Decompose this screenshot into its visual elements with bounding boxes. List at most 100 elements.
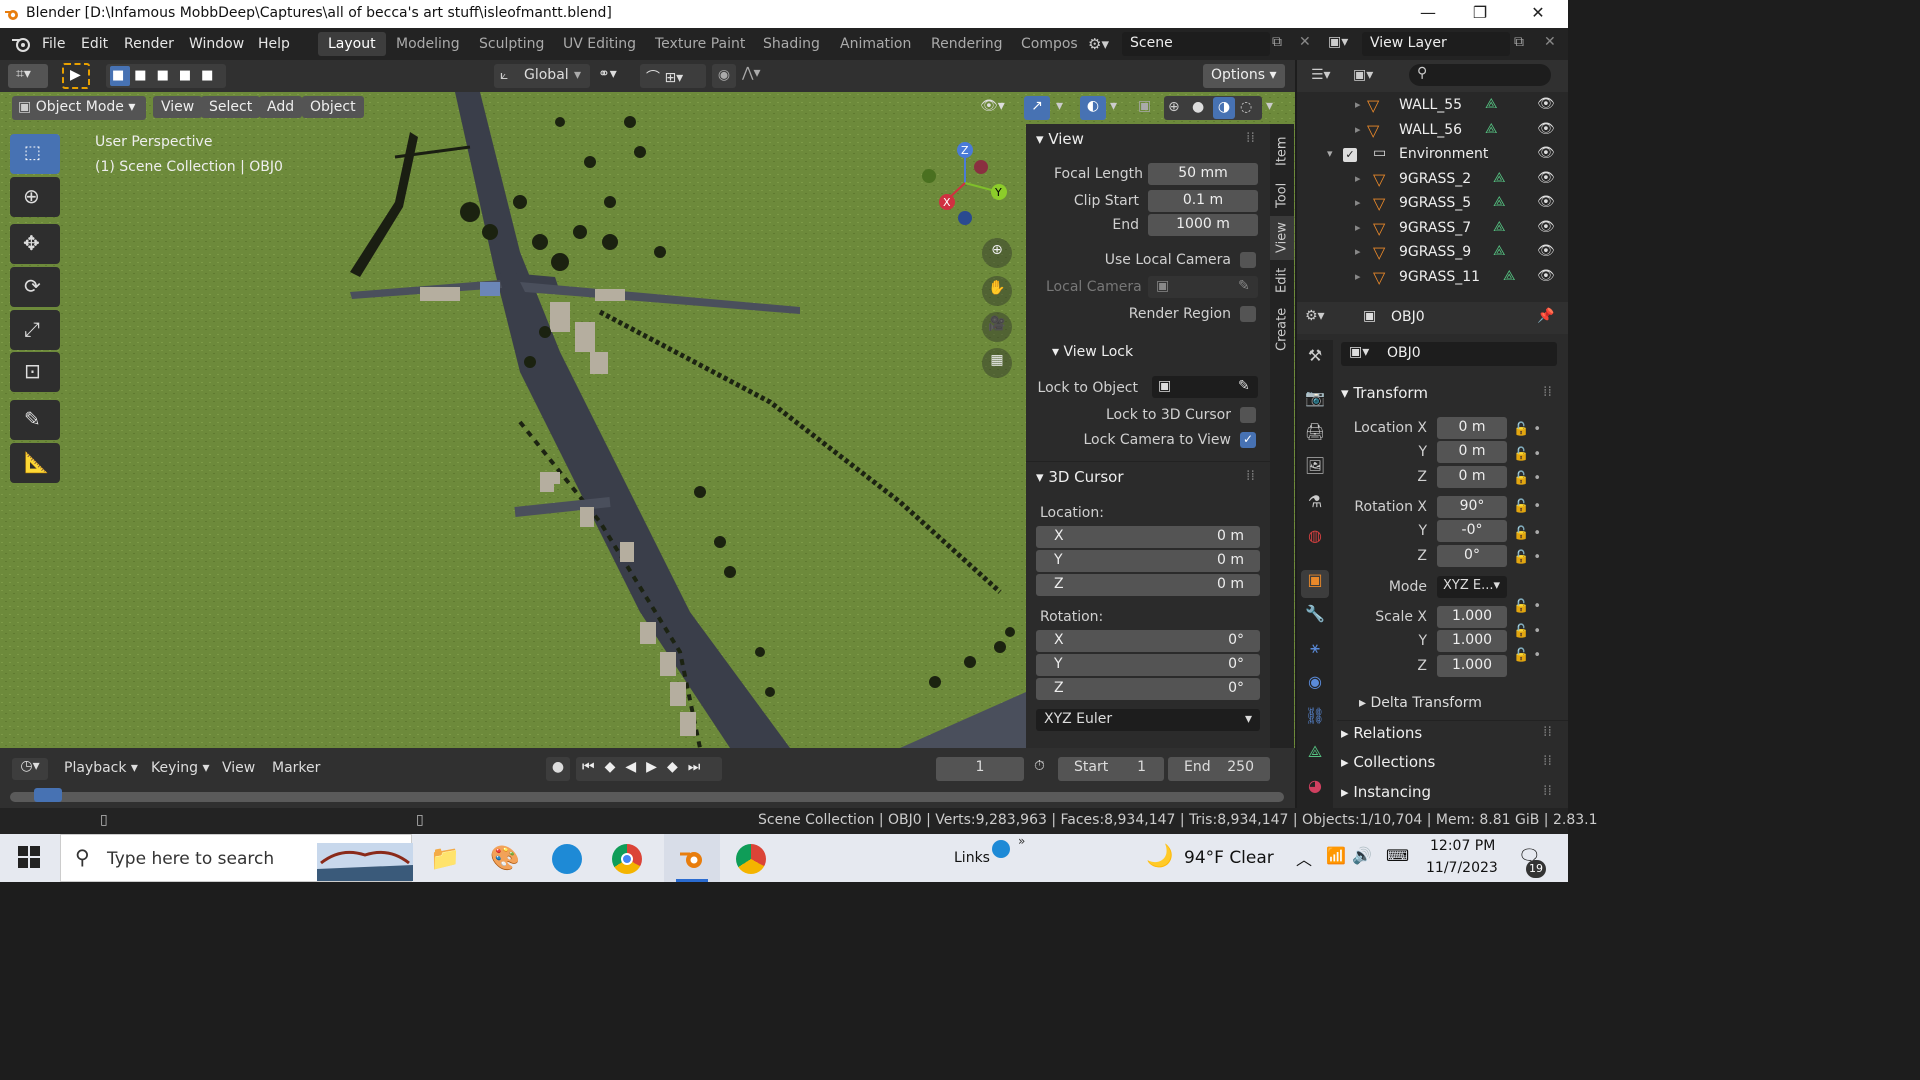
3d-cursor-section-header[interactable]: ▾ 3D Cursor	[1036, 468, 1123, 486]
drag-handle-icon[interactable]: ⁞⁞	[1246, 130, 1255, 146]
relations-header[interactable]: ▸ Relations	[1341, 724, 1422, 742]
stopwatch-icon[interactable]: ⏱	[1034, 758, 1045, 774]
proportional-edit-icon[interactable]: ◉	[712, 64, 736, 88]
clock-time[interactable]: 12:07 PM	[1430, 838, 1495, 854]
shading-mode-buttons[interactable]: ⊕ ● ◑ ◌	[1164, 96, 1262, 120]
add-menu[interactable]: Add	[259, 96, 303, 118]
chevron-up-icon[interactable]: ︿	[1296, 846, 1312, 870]
object-properties-icon[interactable]: ▣	[1301, 570, 1329, 598]
blender-taskbar-icon[interactable]	[664, 834, 720, 882]
tab-create[interactable]: Create	[1270, 300, 1294, 358]
select-box-tool-icon[interactable]: ⬚	[10, 134, 60, 174]
chevron-right-icon[interactable]: »	[1018, 834, 1025, 848]
tab-animation[interactable]: Animation	[830, 32, 921, 56]
timeline-scrollbar[interactable]	[10, 792, 1284, 802]
rotation-z-field[interactable]: 0°	[1437, 545, 1507, 567]
physics-properties-icon[interactable]: ◉	[1301, 672, 1329, 700]
timeline-editor-icon[interactable]: ◷▾	[12, 758, 48, 780]
view-lock-header[interactable]: ▾ View Lock	[1052, 344, 1133, 360]
scene-icon[interactable]: ⚙▾	[1088, 35, 1109, 53]
use-local-camera-checkbox[interactable]	[1240, 252, 1256, 268]
move-tool-icon[interactable]: ✥	[10, 224, 60, 264]
output-properties-icon[interactable]: 🖨	[1301, 422, 1329, 450]
view-menu[interactable]: View	[153, 96, 203, 118]
modifier-properties-icon[interactable]: 🔧	[1301, 604, 1329, 632]
start-frame-field[interactable]: Start 1	[1058, 757, 1164, 781]
blender-menu-icon[interactable]	[10, 35, 32, 57]
scene-properties-icon[interactable]: ⚗	[1301, 492, 1329, 520]
object-name-field[interactable]: ▣▾ OBJ0	[1341, 342, 1557, 366]
menu-edit[interactable]: Edit	[81, 36, 108, 52]
tab-view[interactable]: View	[1270, 216, 1294, 260]
render-region-checkbox[interactable]	[1240, 306, 1256, 322]
new-view-layer-icon[interactable]: ⧉	[1514, 34, 1524, 50]
weather-moon-icon[interactable]: 🌙	[1146, 844, 1173, 869]
transform-orientation-dropdown[interactable]: ⟀ Global ▾	[494, 64, 590, 88]
selection-mode-buttons[interactable]: ■■■■■	[106, 64, 226, 88]
weather-text[interactable]: 94°F Clear	[1184, 848, 1274, 868]
drag-handle-icon[interactable]: ⁞⁞	[1543, 783, 1552, 799]
edge-link-icon[interactable]	[992, 840, 1010, 858]
location-x-field[interactable]: 0 m	[1437, 417, 1507, 439]
menu-window[interactable]: Window	[189, 36, 244, 52]
object-menu[interactable]: Object	[302, 96, 364, 118]
timeline-view-menu[interactable]: View	[222, 760, 255, 776]
start-button[interactable]	[18, 846, 40, 872]
tab-layout[interactable]: Layout	[318, 32, 386, 56]
tab-rendering[interactable]: Rendering	[921, 32, 1013, 56]
collections-header[interactable]: ▸ Collections	[1341, 753, 1435, 771]
lock-to-3d-cursor-checkbox[interactable]	[1240, 407, 1256, 423]
display-mode-icon[interactable]: ▣▾	[1353, 67, 1373, 83]
constraints-properties-icon[interactable]: ⛓	[1301, 706, 1329, 734]
delta-transform-header[interactable]: ▸ Delta Transform	[1359, 695, 1482, 711]
xray-icon[interactable]: ▣	[1138, 98, 1151, 114]
outliner-row[interactable]: ▸ ▽ WALL_55 ⟁ 👁	[1297, 94, 1568, 118]
pivot-point-icon[interactable]: ⚭▾	[598, 66, 617, 82]
tab-compositing[interactable]: Compos	[1011, 32, 1079, 56]
marker-menu[interactable]: Marker	[272, 760, 320, 776]
playhead[interactable]	[34, 788, 62, 802]
scale-tool-icon[interactable]: ⤢	[10, 310, 60, 350]
shading-dropdown-icon[interactable]: ▾	[1266, 98, 1273, 114]
select-menu[interactable]: Select	[201, 96, 261, 118]
falloff-icon[interactable]: ⋀▾	[742, 65, 761, 81]
snap-icon[interactable]: ⌒ ⊞▾	[640, 64, 706, 88]
location-y-field[interactable]: 0 m	[1437, 441, 1507, 463]
outliner-row[interactable]: ▸ ▽ 9GRASS_5 ⟁ 👁	[1297, 192, 1568, 216]
maximize-button[interactable]: ❐	[1460, 3, 1500, 22]
paint-app-icon[interactable]: 🎨	[490, 844, 520, 872]
outliner-row[interactable]: ▾ ✓ ▭ Environment 👁	[1297, 143, 1568, 167]
outliner-row[interactable]: ▸ ▽ 9GRASS_9 ⟁ 👁	[1297, 241, 1568, 265]
measure-tool-icon[interactable]: 📐	[10, 443, 60, 483]
world-properties-icon[interactable]: ◍	[1301, 526, 1329, 554]
outliner-row[interactable]: ▸ ▽ 9GRASS_7 ⟁ 👁	[1297, 217, 1568, 241]
object-mode-dropdown[interactable]: ▣ Object Mode ▾	[12, 96, 146, 120]
file-explorer-icon[interactable]: 📁	[430, 844, 460, 872]
new-scene-icon[interactable]: ⧉	[1272, 34, 1282, 50]
location-z-field[interactable]: 0 m	[1437, 466, 1507, 488]
scale-x-field[interactable]: 1.000	[1437, 606, 1507, 628]
gizmo-toggle-icon[interactable]: ↗	[1024, 96, 1050, 120]
pan-hand-icon[interactable]: ✋	[982, 276, 1012, 306]
current-frame-field[interactable]: 1	[936, 757, 1024, 781]
remove-scene-icon[interactable]: ✕	[1299, 34, 1311, 50]
rotation-x-field[interactable]: 90°	[1437, 496, 1507, 518]
editor-type-icon[interactable]: ⌗▾	[8, 64, 48, 88]
remove-view-layer-icon[interactable]: ✕	[1544, 34, 1556, 50]
cursor-rotation-z-field[interactable]: Z 0°	[1036, 678, 1260, 700]
tab-uv-editing[interactable]: UV Editing	[553, 32, 646, 56]
transform-section-header[interactable]: ▾ Transform	[1341, 384, 1428, 402]
rotation-mode-dropdown[interactable]: XYZ Euler ▾	[1036, 709, 1260, 731]
outliner-row[interactable]: ▸ ▽ 9GRASS_2 ⟁ 👁	[1297, 168, 1568, 192]
scale-y-field[interactable]: 1.000	[1437, 630, 1507, 652]
record-icon[interactable]: ●	[546, 757, 570, 781]
drag-handle-icon[interactable]: ⁞⁞	[1543, 753, 1552, 769]
taskbar-search-box[interactable]: ⚲ Type here to search	[60, 834, 413, 882]
tab-item[interactable]: Item	[1270, 128, 1294, 174]
menu-render[interactable]: Render	[124, 36, 174, 52]
tab-shading[interactable]: Shading	[753, 32, 830, 56]
menu-file[interactable]: File	[42, 36, 65, 52]
tab-sculpting[interactable]: Sculpting	[469, 32, 554, 56]
cursor-location-z-field[interactable]: Z0 m	[1036, 574, 1260, 596]
minimize-button[interactable]: —	[1408, 3, 1448, 22]
